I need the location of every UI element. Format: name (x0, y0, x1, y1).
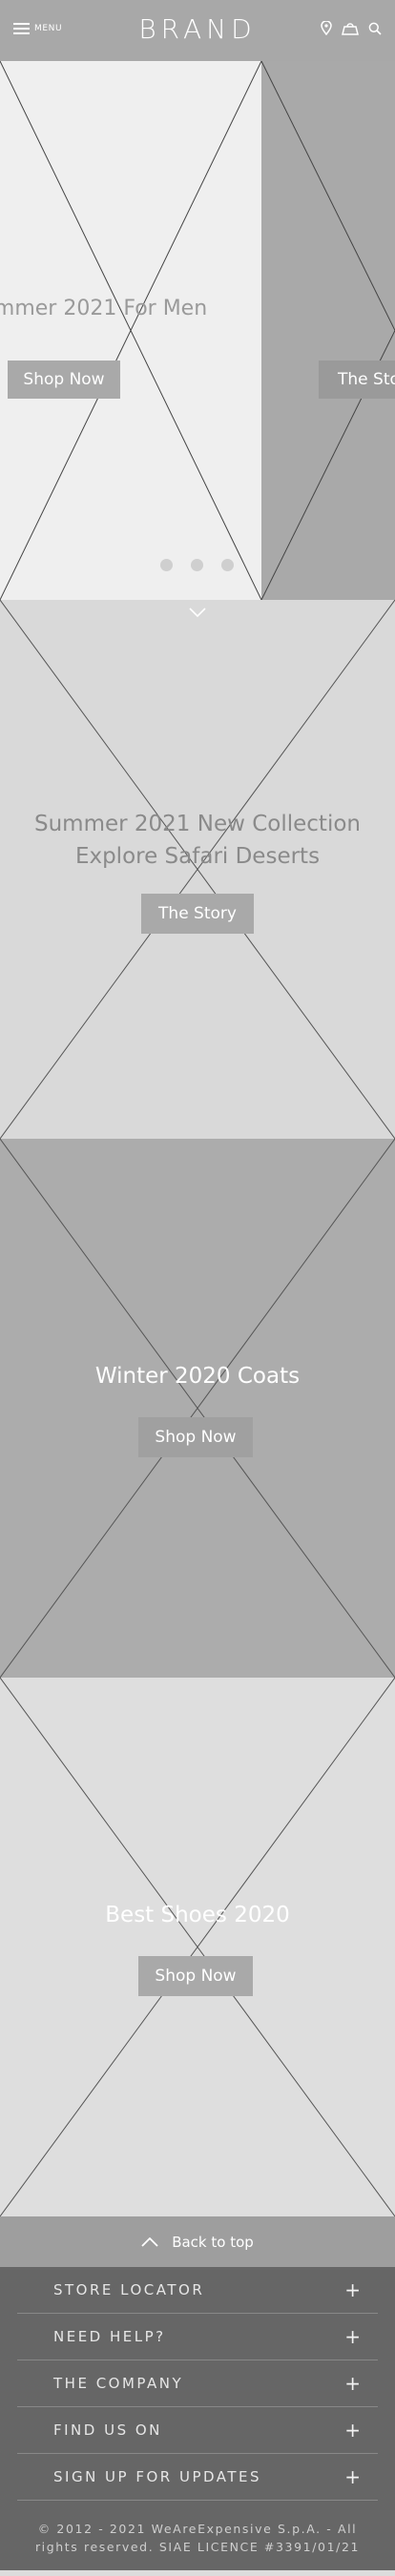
footer-item-need-help[interactable]: NEED HELP? + (17, 2314, 378, 2360)
back-to-top-button[interactable]: Back to top (0, 2216, 395, 2267)
shop-now-button[interactable]: Shop Now (138, 1956, 253, 1996)
carousel-dot-1[interactable] (160, 559, 173, 571)
location-pin-icon[interactable] (321, 21, 332, 35)
copyright-line-1: © 2012 - 2021 WeAreExpensive S.p.A. - Al… (37, 2522, 358, 2536)
the-story-button[interactable]: The Story (319, 361, 395, 399)
carousel-dot-2[interactable] (191, 559, 203, 571)
promo-title-line1: Summer 2021 New Collection (34, 812, 361, 836)
promo-title-line2: Explore Safari Deserts (74, 844, 321, 869)
plus-icon: + (344, 2419, 361, 2442)
carousel-dots (160, 559, 234, 571)
chevron-up-icon (141, 2236, 158, 2247)
image-placeholder-cross (0, 1678, 395, 2216)
footer-item-label: FIND US ON (53, 2421, 162, 2439)
shop-now-button[interactable]: Shop Now (138, 1417, 253, 1457)
back-to-top-label: Back to top (172, 2233, 254, 2251)
copyright-text: © 2012 - 2021 WeAreExpensive S.p.A. - Al… (17, 2501, 378, 2556)
promo-title: Best Shoes 2020 (105, 1903, 290, 1927)
footer-item-label: SIGN UP FOR UPDATES (53, 2468, 262, 2485)
shopping-bag-icon[interactable] (342, 22, 359, 35)
carousel-dot-3[interactable] (221, 559, 234, 571)
slide-title: Summer 2021 For Men (0, 297, 208, 320)
footer-item-store-locator[interactable]: STORE LOCATOR + (17, 2267, 378, 2314)
hero-carousel[interactable]: Summer 2021 For Men Shop Now The Story (0, 61, 395, 600)
carousel-slide-1: Summer 2021 For Men Shop Now (0, 61, 261, 600)
footer-item-sign-up[interactable]: SIGN UP FOR UPDATES + (17, 2454, 378, 2501)
plus-icon: + (344, 2278, 361, 2301)
footer-item-label: STORE LOCATOR (53, 2281, 205, 2298)
plus-icon: + (344, 2465, 361, 2488)
plus-icon: + (344, 2372, 361, 2395)
the-story-button[interactable]: The Story (141, 894, 254, 934)
image-placeholder-cross (261, 61, 395, 600)
site-header: MENU BRAND (0, 0, 395, 61)
promo-section-summer: Summer 2021 New Collection Explore Safar… (0, 600, 395, 1139)
promo-title: Summer 2021 New Collection Explore Safar… (0, 808, 395, 873)
site-footer: STORE LOCATOR + NEED HELP? + THE COMPANY… (0, 2267, 395, 2570)
image-placeholder-cross (0, 61, 261, 600)
plus-icon: + (344, 2325, 361, 2348)
chevron-down-icon[interactable] (189, 608, 206, 617)
promo-section-coats: Winter 2020 Coats Shop Now (0, 1139, 395, 1678)
footer-item-label: NEED HELP? (53, 2328, 166, 2345)
promo-section-shoes: Best Shoes 2020 Shop Now (0, 1678, 395, 2216)
search-icon[interactable] (368, 22, 382, 35)
footer-item-find-us-on[interactable]: FIND US ON + (17, 2407, 378, 2454)
promo-title: Winter 2020 Coats (94, 1364, 301, 1389)
carousel-slide-2 (261, 61, 395, 600)
footer-item-the-company[interactable]: THE COMPANY + (17, 2360, 378, 2407)
copyright-line-2: rights reserved. SIAE LICENCE #3391/01/2… (34, 2540, 361, 2554)
header-icons (321, 21, 382, 35)
image-placeholder-cross (0, 1139, 395, 1678)
shop-now-button[interactable]: Shop Now (8, 361, 120, 399)
footer-item-label: THE COMPANY (53, 2375, 184, 2392)
